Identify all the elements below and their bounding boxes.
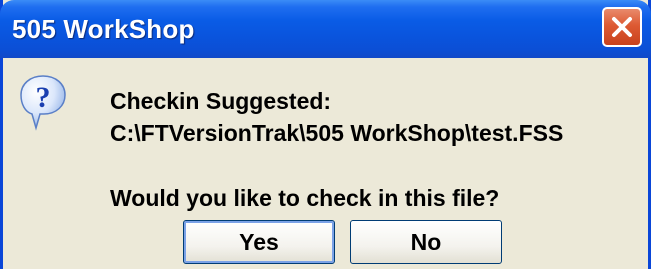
close-icon <box>612 17 632 37</box>
message-file-path: C:\FTVersionTrak\505 WorkShop\test.FSS <box>110 120 564 146</box>
svg-text:?: ? <box>36 81 51 114</box>
question-icon: ? <box>20 75 66 131</box>
yes-button[interactable]: Yes <box>183 220 335 264</box>
title-bar[interactable]: 505 WorkShop <box>0 0 651 58</box>
no-button[interactable]: No <box>350 220 502 264</box>
window-title: 505 WorkShop <box>12 14 195 44</box>
message-question: Would you like to check in this file? <box>110 185 500 211</box>
message-line-1: Checkin Suggested: <box>110 88 332 114</box>
close-button[interactable] <box>602 7 642 47</box>
dialog-window: 505 WorkShop ? Checkin Suggested: C:\FTV… <box>0 0 651 269</box>
